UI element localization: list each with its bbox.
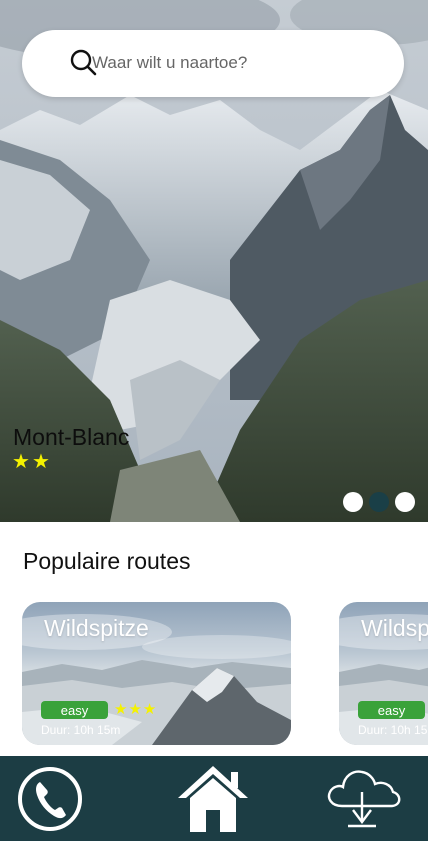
route-title: Wildspitze (44, 615, 149, 641)
bottom-nav (0, 756, 428, 841)
hero-rating: ★ ★ (12, 452, 50, 472)
search-input[interactable] (92, 48, 382, 78)
home-icon[interactable] (176, 762, 250, 834)
carousel-indicators (343, 492, 415, 512)
route-duration: Duur: 10h 15m (41, 723, 121, 737)
route-duration: Duur: 10h 15m (358, 723, 428, 737)
carousel-dot[interactable] (343, 492, 363, 512)
route-card[interactable]: Wildspitzeeasy★★★Duur: 10h 15m (22, 602, 291, 745)
star-icon: ★ (114, 701, 128, 718)
difficulty-badge: easy (358, 701, 425, 719)
hero-carousel[interactable]: Mont-Blanc ★★ (0, 0, 428, 522)
carousel-dot[interactable] (395, 492, 415, 512)
route-rating: ★ ★ ★ (114, 701, 156, 719)
route-card[interactable]: Wildspitzeeasy★★★Duur: 10h 15m (339, 602, 428, 745)
cloud-download-icon[interactable] (324, 762, 404, 832)
carousel-dot[interactable] (369, 492, 389, 512)
route-title: Wildspitze (361, 615, 428, 641)
search-bar[interactable] (22, 30, 404, 97)
popular-routes-list[interactable]: Wildspitzeeasy★★★Duur: 10h 15mWildspitze… (0, 602, 428, 745)
phone-icon[interactable] (16, 762, 84, 832)
difficulty-badge: easy (41, 701, 108, 719)
star-icon: ★ (128, 701, 142, 718)
section-title: Populaire routes (23, 548, 191, 574)
star-icon: ★ (31, 451, 50, 473)
star-icon: ★ (12, 451, 30, 473)
star-icon: ★ (142, 701, 157, 718)
hero-title: Mont-Blanc (13, 424, 130, 450)
